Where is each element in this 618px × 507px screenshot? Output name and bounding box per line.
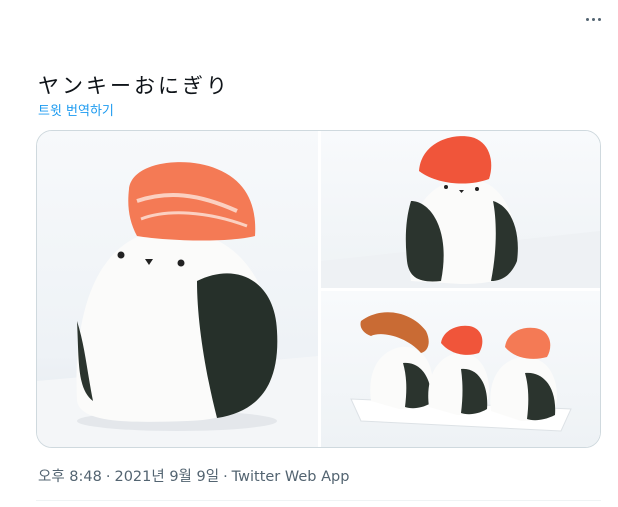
- divider: [36, 500, 601, 501]
- media-grid: [36, 130, 601, 448]
- meta-separator: ·: [223, 469, 228, 485]
- photo-onigiri-trio[interactable]: [321, 291, 600, 447]
- more-horizontal-icon-dot: [591, 17, 595, 21]
- onigiri-photo-illustration: [350, 312, 572, 432]
- onigiri-photo-illustration: [321, 136, 600, 288]
- translate-tweet-link[interactable]: 트윗 번역하기: [38, 100, 114, 119]
- more-options-button[interactable]: [578, 10, 608, 28]
- tweet-date[interactable]: 2021년 9월 9일: [114, 469, 219, 485]
- more-horizontal-icon-dot: [597, 17, 601, 21]
- more-horizontal-icon-dot: [585, 17, 589, 21]
- photo-onigiri-main[interactable]: [37, 131, 318, 447]
- tweet-meta: 오후 8:48 · 2021년 9월 9일 · Twitter Web App: [38, 465, 349, 486]
- tweet-time[interactable]: 오후 8:48: [38, 469, 102, 485]
- meta-separator: ·: [105, 469, 111, 485]
- tweet-source-app[interactable]: Twitter Web App: [232, 469, 350, 485]
- photo-onigiri-side[interactable]: [321, 131, 600, 288]
- tweet-text: ヤンキーおにぎり: [38, 74, 230, 98]
- onigiri-photo-illustration: [37, 162, 318, 447]
